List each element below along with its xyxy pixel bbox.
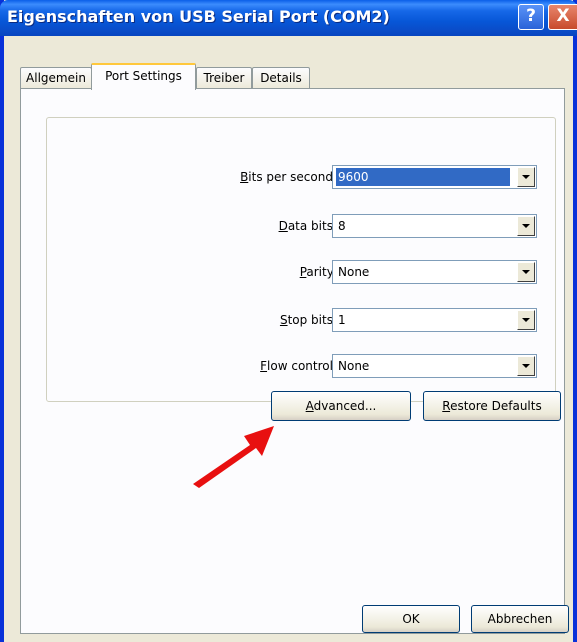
bits-per-second-row: Bits per second: 9600	[47, 165, 557, 189]
stop-bits-select[interactable]: 1	[332, 308, 537, 332]
parity-value: None	[338, 265, 370, 279]
bits-per-second-value: 9600	[336, 168, 510, 186]
ok-button[interactable]: OK	[362, 605, 460, 633]
parity-select[interactable]: None	[332, 260, 537, 284]
tab-allgemein[interactable]: Allgemein	[20, 67, 92, 89]
help-button[interactable]: ?	[518, 4, 544, 30]
tab-label: Allgemein	[26, 71, 86, 85]
flow-control-label: Flow control:	[260, 359, 337, 373]
restore-defaults-button[interactable]: Restore Defaults	[423, 391, 561, 421]
flow-control-value: None	[338, 359, 370, 373]
chevron-down-icon[interactable]	[517, 356, 535, 376]
chevron-down-icon[interactable]	[517, 216, 535, 236]
bits-per-second-label: Bits per second:	[240, 170, 337, 184]
arrow-shape	[193, 426, 274, 488]
chevron-down-icon[interactable]	[517, 310, 535, 330]
data-bits-select[interactable]: 8	[332, 214, 537, 238]
tab-treiber[interactable]: Treiber	[196, 67, 252, 89]
bits-per-second-select[interactable]: 9600	[332, 165, 537, 189]
flow-control-row: Flow control: None	[47, 354, 557, 378]
port-settings-panel: Bits per second: 9600 Data bits: 8 Parit…	[20, 88, 565, 634]
flow-control-select[interactable]: None	[332, 354, 537, 378]
data-bits-value: 8	[338, 219, 346, 233]
stop-bits-row: Stop bits: 1	[47, 308, 557, 332]
chevron-down-icon[interactable]	[517, 262, 535, 282]
cancel-button[interactable]: Abbrechen	[471, 605, 569, 633]
title-bar[interactable]: Eigenschaften von USB Serial Port (COM2)…	[0, 0, 577, 36]
settings-group: Bits per second: 9600 Data bits: 8 Parit…	[46, 117, 556, 402]
advanced-button[interactable]: Advanced...	[271, 391, 411, 421]
properties-dialog: Eigenschaften von USB Serial Port (COM2)…	[0, 0, 577, 642]
data-bits-label: Data bits:	[278, 219, 337, 233]
tab-label: Treiber	[203, 71, 245, 85]
parity-row: Parity: None	[47, 260, 557, 284]
help-icon: ?	[526, 6, 536, 26]
stop-bits-value: 1	[338, 313, 346, 327]
stop-bits-label: Stop bits:	[279, 313, 337, 327]
chevron-down-icon[interactable]	[517, 167, 535, 187]
annotation-arrow-icon	[193, 426, 274, 488]
tab-port-settings[interactable]: Port Settings	[91, 63, 196, 90]
tab-details[interactable]: Details	[252, 67, 310, 89]
window-title: Eigenschaften von USB Serial Port (COM2)	[7, 7, 390, 26]
data-bits-row: Data bits: 8	[47, 214, 557, 238]
tab-label: Details	[260, 71, 302, 85]
tab-label: Port Settings	[105, 69, 182, 83]
close-icon: X	[556, 6, 570, 26]
close-button[interactable]: X	[548, 4, 577, 30]
